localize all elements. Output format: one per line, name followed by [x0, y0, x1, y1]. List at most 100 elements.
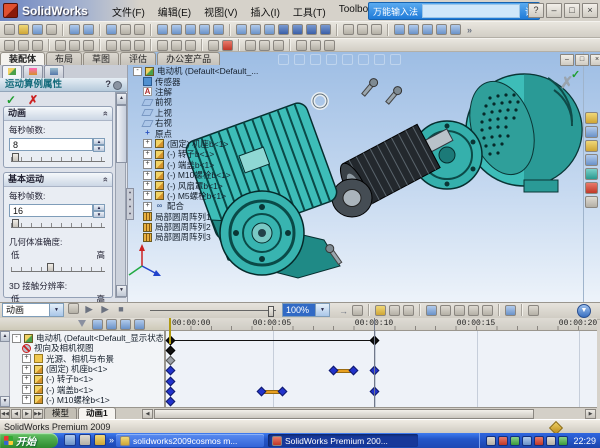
tree-item[interactable]: +(-) 转子b<1> — [10, 374, 163, 384]
standard-views-icon[interactable] — [408, 24, 419, 35]
tree-item[interactable]: +原点 — [131, 128, 273, 138]
internet-explorer-icon[interactable] — [64, 434, 76, 446]
spring-icon[interactable] — [440, 305, 451, 316]
assemblyxpert-icon[interactable] — [222, 40, 233, 51]
large-assembly-mode-icon[interactable] — [310, 40, 321, 51]
save-icon[interactable] — [32, 24, 43, 35]
stop-icon[interactable]: ■ — [115, 303, 127, 314]
selection-filter-icon[interactable] — [120, 24, 131, 35]
autokey-icon[interactable] — [389, 305, 400, 316]
basic-motion-fps-slider[interactable] — [11, 219, 105, 230]
front-view-icon[interactable] — [236, 24, 247, 35]
tree-item[interactable]: +(-) M5螺栓b<1> — [131, 191, 273, 201]
mate-icon[interactable] — [18, 40, 29, 51]
slider-thumb[interactable] — [12, 219, 19, 228]
view-orientation-icon[interactable] — [394, 24, 405, 35]
print-icon[interactable] — [46, 24, 57, 35]
close-button[interactable]: × — [582, 3, 598, 18]
tab-assembly[interactable]: 装配体 — [0, 52, 45, 65]
view-palette-icon[interactable] — [585, 168, 598, 180]
animation-fps-slider[interactable] — [11, 153, 105, 164]
panel-ok-button[interactable]: ✓ — [6, 93, 16, 107]
expander-icon[interactable]: + — [22, 365, 31, 374]
zoom-fit-icon[interactable] — [278, 54, 289, 65]
pan-icon[interactable] — [213, 24, 224, 35]
contact-icon[interactable] — [468, 305, 479, 316]
scroll-left-icon[interactable]: ◀ — [142, 409, 153, 419]
antivirus-icon[interactable] — [558, 436, 568, 446]
scroll-up-icon[interactable]: ▲ — [116, 93, 127, 105]
rotate-component-icon[interactable] — [83, 40, 94, 51]
tree-item[interactable]: +(固定) 机座b<1> — [131, 139, 273, 149]
restore-button[interactable]: □ — [564, 3, 580, 18]
ime-input[interactable] — [422, 4, 520, 18]
tree-item[interactable]: +(-) 转子b<1> — [131, 149, 273, 159]
messenger-icon[interactable] — [510, 436, 520, 446]
ime-bar[interactable]: 万能输入法 词 — [368, 2, 540, 20]
filter-selected-icon[interactable] — [120, 319, 131, 330]
explode-line-sketch-icon[interactable] — [185, 40, 196, 51]
collapse-chevron-icon[interactable]: « — [99, 177, 112, 182]
expander-icon[interactable]: - — [12, 334, 21, 343]
motionmanager-tree-scrollbar[interactable]: ▲ ▼ — [0, 331, 10, 407]
expander-icon[interactable]: + — [22, 385, 31, 394]
expander-icon[interactable]: + — [22, 375, 31, 384]
minimize-button[interactable]: – — [546, 3, 562, 18]
spin-down-icon[interactable]: ▼ — [93, 211, 105, 218]
open-icon[interactable] — [18, 24, 29, 35]
wireframe-icon[interactable] — [343, 24, 354, 35]
display-style-icon[interactable] — [358, 54, 369, 65]
curve-icon[interactable] — [273, 40, 284, 51]
apply-scene-icon[interactable] — [450, 24, 461, 35]
menu-view[interactable]: 视图(V) — [204, 4, 237, 19]
interference-detection-icon[interactable] — [208, 40, 219, 51]
isometric-view-icon[interactable] — [320, 24, 331, 35]
linear-component-pattern-icon[interactable] — [32, 40, 43, 51]
solidworks-resources-icon[interactable] — [585, 112, 598, 124]
collapse-motionmanager-icon[interactable]: ▼ — [577, 304, 591, 318]
menu-edit[interactable]: 编辑(E) — [158, 4, 191, 19]
scroll-thumb[interactable] — [116, 105, 127, 163]
bottom-view-icon[interactable] — [306, 24, 317, 35]
filter-results-icon[interactable] — [134, 319, 145, 330]
expander-icon[interactable]: + — [143, 191, 152, 200]
first-tab-icon[interactable]: ◀◀ — [0, 409, 10, 419]
tree-item[interactable]: 上视 — [131, 108, 273, 118]
panel-pin-icon[interactable] — [113, 81, 122, 90]
design-library-icon[interactable] — [585, 126, 598, 138]
combo-arrow-icon[interactable]: ▼ — [49, 304, 63, 316]
expander-icon[interactable]: + — [22, 395, 31, 404]
zoom-in-out-icon[interactable] — [185, 24, 196, 35]
filter-animated-icon[interactable] — [92, 319, 103, 330]
timeline-zoom-slider[interactable] — [150, 310, 276, 311]
timeline-horizontal-scrollbar[interactable]: ◀ ▶ — [141, 407, 597, 419]
spin-down-icon[interactable]: ▼ — [93, 145, 105, 152]
expander-icon[interactable]: + — [143, 160, 152, 169]
panel-splitter-handle[interactable] — [126, 188, 134, 220]
insert-components-icon[interactable] — [4, 40, 15, 51]
play-from-start-icon[interactable]: ▶ — [83, 303, 95, 314]
featuremanager-tab[interactable] — [2, 65, 22, 78]
overflow-icon[interactable]: » — [464, 24, 475, 35]
current-time-marker[interactable] — [169, 318, 171, 344]
realview-icon[interactable] — [436, 24, 447, 35]
tab-evaluate[interactable]: 评估 — [120, 52, 156, 65]
network-icon[interactable] — [522, 436, 532, 446]
geometry-accuracy-slider[interactable] — [11, 263, 105, 274]
tab-model[interactable]: 模型 — [44, 407, 77, 419]
doc-restore-button[interactable]: □ — [575, 54, 589, 66]
filter-driving-icon[interactable] — [106, 319, 117, 330]
tree-item[interactable]: +(固定) 机座b<1> — [10, 364, 163, 374]
calculate-icon[interactable] — [68, 303, 79, 314]
scroll-up-icon[interactable]: ▲ — [0, 331, 10, 342]
playback-speed-combo[interactable]: 100%▼ — [282, 303, 330, 317]
select-icon[interactable] — [106, 24, 117, 35]
playback-mode-icon[interactable]: → — [338, 305, 349, 316]
save-animation-icon[interactable] — [352, 305, 363, 316]
zoom-area-icon[interactable] — [171, 24, 182, 35]
expander-icon[interactable]: - — [133, 67, 142, 76]
hide-show-items-icon[interactable] — [374, 54, 385, 65]
collapse-items-icon[interactable] — [324, 40, 335, 51]
spin-up-icon[interactable]: ▲ — [93, 204, 105, 211]
simulation-icon[interactable] — [245, 40, 256, 51]
